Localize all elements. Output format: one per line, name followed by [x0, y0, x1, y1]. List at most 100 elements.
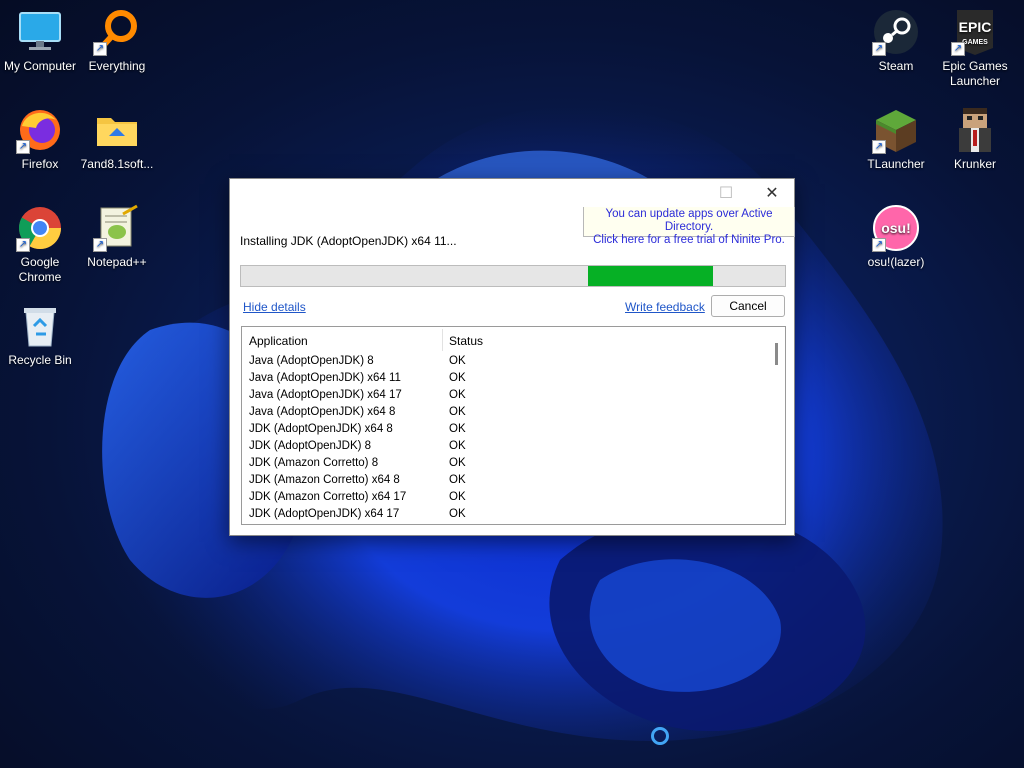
application-name: JDK (Amazon Corretto) x64 8	[249, 474, 400, 486]
loading-circle-icon	[651, 727, 669, 745]
folder-icon	[93, 106, 141, 154]
desktop-icon-everything[interactable]: ↗ Everything	[77, 8, 157, 74]
desktop-icon-krunker[interactable]: Krunker	[935, 106, 1015, 172]
desktop-icon-label: Krunker	[953, 157, 997, 171]
krunker-icon	[951, 106, 999, 154]
list-item[interactable]: Java (AdoptOpenJDK) x64 8 OK	[242, 405, 785, 422]
install-details-list[interactable]: Application Status Java (AdoptOpenJDK) 8…	[241, 326, 786, 525]
shortcut-arrow-icon: ↗	[951, 42, 965, 56]
install-status-value: OK	[449, 474, 466, 486]
desktop-icon-label: osu!(lazer)	[867, 255, 925, 269]
list-item[interactable]: Java (AdoptOpenJDK) x64 17 OK	[242, 388, 785, 405]
epic-logo-text: EPIC	[959, 19, 992, 35]
close-icon: ✕	[765, 185, 779, 202]
column-header-application[interactable]: Application	[249, 334, 308, 348]
application-name: Java (AdoptOpenJDK) x64 8	[249, 406, 396, 418]
column-separator[interactable]	[442, 329, 443, 351]
shortcut-arrow-icon: ↗	[16, 238, 30, 252]
application-name: JDK (AdoptOpenJDK) 8	[249, 440, 372, 452]
shortcut-arrow-icon: ↗	[16, 140, 30, 154]
notepad-plus-plus-icon: ↗	[93, 204, 141, 252]
grass-block-icon: ↗	[872, 106, 920, 154]
install-status-value: OK	[449, 372, 466, 384]
shortcut-arrow-icon: ↗	[93, 42, 107, 56]
desktop-icon-label: 7and8.1soft...	[80, 157, 154, 171]
desktop-icon-7and8-folder[interactable]: 7and8.1soft...	[77, 106, 157, 172]
application-name: Java (AdoptOpenJDK) x64 11	[249, 372, 401, 384]
promo-line-1: You can update apps over Active Director…	[605, 208, 773, 233]
ninite-installer-window: ☐ ✕ You can update apps over Active Dire…	[229, 178, 795, 536]
firefox-icon: ↗	[16, 106, 64, 154]
install-status-value: OK	[449, 423, 466, 435]
desktop-icon-my-computer[interactable]: My Computer	[0, 8, 80, 74]
desktop-icon-label: Google Chrome	[18, 255, 62, 284]
shortcut-arrow-icon: ↗	[872, 140, 886, 154]
desktop-icon-label: TLauncher	[867, 157, 925, 171]
install-status-value: OK	[449, 508, 466, 520]
vertical-scrollbar[interactable]	[767, 327, 785, 524]
desktop-icon-label: Firefox	[21, 157, 59, 171]
maximize-button[interactable]: ☐	[704, 179, 748, 207]
install-status: Installing JDK (AdoptOpenJDK) x64 11...	[240, 234, 457, 248]
install-status-value: OK	[449, 406, 466, 418]
shortcut-arrow-icon: ↗	[872, 238, 886, 252]
list-header: Application Status	[242, 327, 785, 354]
chrome-icon: ↗	[16, 204, 64, 252]
steam-icon: ↗	[872, 8, 920, 56]
list-item[interactable]: Java (AdoptOpenJDK) 8 OK	[242, 354, 785, 371]
application-name: JDK (Amazon Corretto) 8	[249, 457, 379, 469]
list-rows: Java (AdoptOpenJDK) 8 OK Java (AdoptOpenJD…	[242, 354, 785, 524]
desktop-icon-google-chrome[interactable]: ↗ Google Chrome	[0, 204, 80, 285]
hide-details-link[interactable]: Hide details	[243, 300, 306, 314]
install-status-value: OK	[449, 440, 466, 452]
title-bar[interactable]: ☐ ✕	[230, 179, 794, 207]
epic-games-icon: EPIC GAMES ↗	[951, 8, 999, 56]
install-status-value: OK	[449, 491, 466, 503]
desktop-icon-firefox[interactable]: ↗ Firefox	[0, 106, 80, 172]
list-item[interactable]: JDK (Amazon Corretto) x64 8 OK	[242, 473, 785, 490]
application-name: JDK (AdoptOpenJDK) x64 8	[249, 423, 393, 435]
desktop-icon-label: Recycle Bin	[8, 353, 72, 367]
desktop-icon-tlauncher[interactable]: ↗ TLauncher	[856, 106, 936, 172]
desktop-icon-recycle-bin[interactable]: Recycle Bin	[0, 302, 80, 368]
maximize-icon: ☐	[718, 185, 734, 202]
list-item[interactable]: Java (AdoptOpenJDK) x64 11 OK	[242, 371, 785, 388]
shortcut-arrow-icon: ↗	[93, 238, 107, 252]
shortcut-arrow-icon: ↗	[872, 42, 886, 56]
ninite-pro-promo[interactable]: You can update apps over Active Director…	[583, 207, 795, 246]
progress-bar-fill	[588, 266, 714, 286]
list-item[interactable]: JDK (AdoptOpenJDK) 8 OK	[242, 439, 785, 456]
install-status-value: OK	[449, 355, 466, 367]
desktop-icon-epic-games-launcher[interactable]: EPIC GAMES ↗ Epic Games Launcher	[935, 8, 1015, 89]
osu-logo-text: osu!	[881, 220, 911, 236]
magnifier-icon: ↗	[93, 8, 141, 56]
application-name: Java (AdoptOpenJDK) x64 17	[249, 389, 402, 401]
application-name: Java (AdoptOpenJDK) 8	[249, 355, 374, 367]
desktop-icon-notepad-plus-plus[interactable]: ↗ Notepad++	[77, 204, 157, 270]
desktop-icon-label: My Computer	[3, 59, 77, 73]
list-item[interactable]: JDK (AdoptOpenJDK) x64 8 OK	[242, 422, 785, 439]
install-status-value: OK	[449, 457, 466, 469]
recycle-bin-icon	[16, 302, 64, 350]
desktop-icon-label: Steam	[878, 59, 914, 73]
cancel-button[interactable]: Cancel	[711, 295, 785, 317]
list-item[interactable]: JDK (Amazon Corretto) 8 OK	[242, 456, 785, 473]
install-status-value: OK	[449, 389, 466, 401]
scrollbar-thumb[interactable]	[775, 343, 778, 365]
list-item[interactable]: JDK (Amazon Corretto) x64 17 OK	[242, 490, 785, 507]
promo-line-2: Click here for a free trial of Ninite Pr…	[593, 234, 785, 246]
application-name: JDK (AdoptOpenJDK) x64 17	[249, 508, 400, 520]
desktop-icon-steam[interactable]: ↗ Steam	[856, 8, 936, 74]
close-button[interactable]: ✕	[750, 179, 794, 207]
column-header-status[interactable]: Status	[449, 334, 483, 348]
list-item[interactable]: JDK (AdoptOpenJDK) x64 17 OK	[242, 507, 785, 524]
epic-logo-subtext: GAMES	[962, 39, 988, 46]
application-name: JDK (Amazon Corretto) x64 17	[249, 491, 407, 503]
desktop-icon-osu-lazer[interactable]: osu! ↗ osu!(lazer)	[856, 204, 936, 270]
desktop-icon-label: Epic Games Launcher	[942, 59, 1008, 88]
desktop-icon-label: Notepad++	[87, 255, 147, 269]
write-feedback-link[interactable]: Write feedback	[625, 300, 705, 314]
desktop-icon-label: Everything	[88, 59, 146, 73]
osu-icon: osu! ↗	[872, 204, 920, 252]
progress-bar	[240, 265, 786, 287]
